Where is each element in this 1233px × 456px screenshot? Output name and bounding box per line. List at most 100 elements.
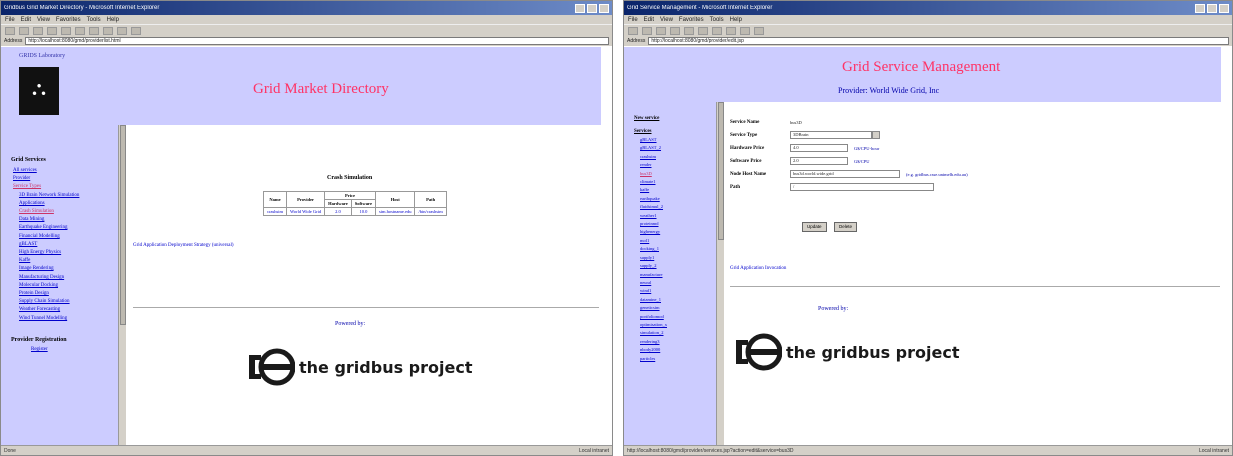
node-host-input[interactable]: bus3d.world.wide.grid [790,170,900,178]
sidebar-item-register[interactable]: Register [31,347,118,352]
service-list-item[interactable]: portfoliomod [640,313,716,321]
minimize-button[interactable] [575,3,585,13]
sidebar-item[interactable]: Applications [19,200,118,208]
stop-icon[interactable] [33,26,43,35]
print-icon[interactable] [754,26,764,35]
service-list-item[interactable]: manufacture [640,271,716,279]
service-list-item[interactable]: simulation_2 [640,329,716,337]
service-list-item[interactable]: bus3D [640,170,716,178]
refresh-icon[interactable] [47,26,57,35]
hardware-price-input[interactable]: 4.0 [790,144,848,152]
service-list-item[interactable]: proteinmd [640,220,716,228]
service-type-select[interactable]: 3DBrain [790,131,872,139]
service-list-item[interactable]: supply1 [640,254,716,262]
service-list-item[interactable]: render [640,161,716,169]
sidebar-item[interactable]: All services [13,167,118,175]
menu-favorites[interactable]: Favorites [56,17,81,23]
search-icon[interactable] [698,26,708,35]
print-icon[interactable] [131,26,141,35]
sidebar-item[interactable]: Crash Simulation [19,208,118,216]
sidebar-item[interactable]: Weather Forecasting [19,306,118,314]
deployment-link[interactable]: Grid Application Deployment Strategy (un… [133,243,234,248]
scrollbar-thumb[interactable] [718,102,724,240]
sidebar-item[interactable]: Manufacturing Design [19,274,118,282]
update-button[interactable]: Update [802,222,827,232]
sidebar-item[interactable]: Service Types [13,183,118,191]
home-icon[interactable] [684,26,694,35]
minimize-button[interactable] [1195,3,1205,13]
service-list-item[interactable]: gBLAST_2 [640,144,716,152]
sidebar-scrollbar[interactable] [118,125,126,447]
maximize-button[interactable] [1207,3,1217,13]
service-list-item[interactable]: crashsim [640,153,716,161]
service-list-item[interactable]: supply_2 [640,262,716,270]
sidebar-item[interactable]: Image Rendering [19,265,118,273]
service-list-item[interactable]: gBLAST [640,136,716,144]
address-input[interactable]: http://localhost:8080/gmd/providerlist.h… [25,37,609,45]
sidebar-item[interactable]: Provider [13,175,118,183]
sidebar-item[interactable]: Earthquake Engineering [19,224,118,232]
service-list-item[interactable]: wind1 [640,287,716,295]
forward-icon[interactable] [642,26,652,35]
cell-provider[interactable]: World Wide Grid [285,207,326,216]
sidebar-item[interactable]: 3D Brain Network Simulation [19,192,118,200]
sidebar-item[interactable]: Protein Design [19,290,118,298]
service-list-item[interactable]: earthquake [640,195,716,203]
service-list-item[interactable]: weather1 [640,212,716,220]
path-input[interactable]: / [790,183,934,191]
service-list-item[interactable]: docking_1 [640,245,716,253]
sidebar-item[interactable]: Data Mining [19,216,118,224]
menu-help[interactable]: Help [107,17,119,23]
cell-name[interactable]: crashsim [263,207,287,216]
history-icon[interactable] [726,26,736,35]
mail-icon[interactable] [117,26,127,35]
service-list-item[interactable]: particles [640,355,716,363]
service-list-item[interactable]: datamine_1 [640,296,716,304]
service-list-item[interactable]: nbody2000 [640,346,716,354]
scrollbar-thumb[interactable] [120,125,126,325]
software-price-input[interactable]: 2.0 [790,157,848,165]
sidebar-item[interactable]: Kaffe [19,257,118,265]
sidebar-item[interactable]: High Energy Physics [19,249,118,257]
new-service-link[interactable]: New service [634,116,716,121]
sidebar-scrollbar[interactable] [716,102,724,447]
sidebar-item[interactable]: gBLAST [19,241,118,249]
back-icon[interactable] [5,26,15,35]
close-button[interactable] [1219,3,1229,13]
close-button[interactable] [599,3,609,13]
search-icon[interactable] [75,26,85,35]
menu-favorites[interactable]: Favorites [679,17,704,23]
mail-icon[interactable] [740,26,750,35]
sidebar-item[interactable]: Financial Modelling [19,233,118,241]
forward-icon[interactable] [19,26,29,35]
menu-file[interactable]: File [5,17,15,23]
service-list-item[interactable]: mol1 [640,237,716,245]
back-icon[interactable] [628,26,638,35]
menu-tools[interactable]: Tools [710,17,724,23]
sidebar-item[interactable]: Wind Tunnel Modelling [19,315,118,323]
invocation-link[interactable]: Grid Application Invocation [730,266,786,271]
home-icon[interactable] [61,26,71,35]
stop-icon[interactable] [656,26,666,35]
refresh-icon[interactable] [670,26,680,35]
service-list-item[interactable]: fluidsimul_2 [640,203,716,211]
chevron-down-icon[interactable] [872,131,880,139]
service-list-item[interactable]: highenergy [640,228,716,236]
services-heading[interactable]: Services [634,129,716,134]
menu-tools[interactable]: Tools [87,17,101,23]
service-list-item[interactable]: climate1 [640,178,716,186]
favorites-icon[interactable] [712,26,722,35]
service-list-item[interactable]: rendering3 [640,338,716,346]
address-input[interactable]: http://localhost:8080/gmd/provider/edit.… [648,37,1229,45]
sidebar-item[interactable]: Molecular Docking [19,282,118,290]
lab-name[interactable]: GRIDS Laboratory [19,53,65,59]
delete-button[interactable]: Delete [834,222,858,232]
service-list-item[interactable]: optimisation_x [640,321,716,329]
menu-edit[interactable]: Edit [644,17,654,23]
sidebar-item[interactable]: Supply Chain Simulation [19,298,118,306]
menu-help[interactable]: Help [730,17,742,23]
gridbus-logo[interactable]: the gridbus project [734,328,959,376]
history-icon[interactable] [103,26,113,35]
menu-view[interactable]: View [37,17,50,23]
service-list-item[interactable]: geneticsim [640,304,716,312]
